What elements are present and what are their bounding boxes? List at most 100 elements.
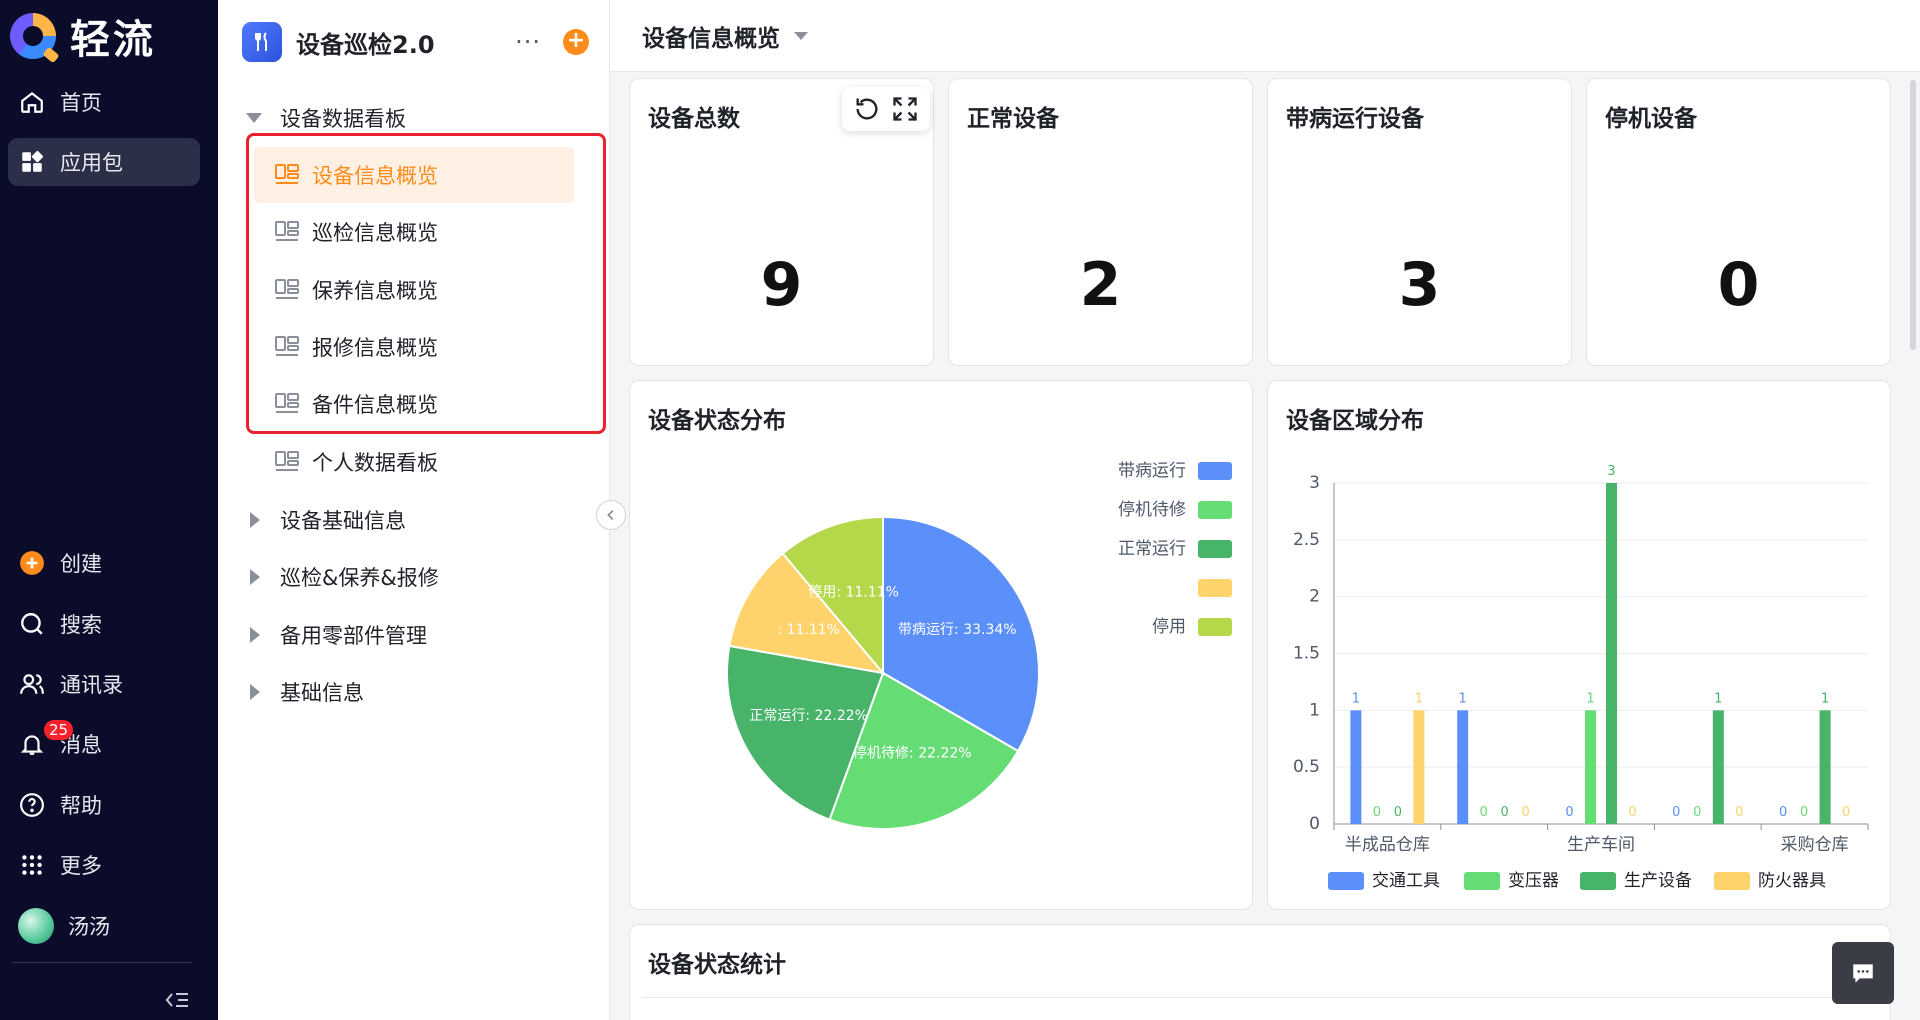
chevron-down-icon[interactable] <box>794 31 808 40</box>
bar-value-label: 0 <box>1842 805 1850 820</box>
user-name: 汤汤 <box>68 915 110 939</box>
fullscreen-icon[interactable] <box>891 95 919 123</box>
tree-leaf-maintenance-overview[interactable]: 保养信息概览 <box>254 262 574 318</box>
logo-mark-icon <box>10 13 60 64</box>
bar-value-label: 0 <box>1800 805 1808 820</box>
expanded-caret-icon <box>246 113 262 123</box>
stat-label: 正常设备 <box>967 106 1059 132</box>
card-toolbar <box>842 87 930 131</box>
legend-label: 变压器 <box>1508 871 1559 891</box>
tree-group-label: 设备基础信息 <box>280 509 406 533</box>
pie-slice-label: 停用: 11.11% <box>808 583 899 600</box>
page-title[interactable]: 设备信息概览 <box>642 19 780 53</box>
tree-group-label: 巡检&保养&报修 <box>280 566 439 590</box>
legend-label: 带病运行 <box>1118 461 1186 481</box>
unread-badge: 25 <box>44 720 74 740</box>
nav-item-label: 创建 <box>60 552 102 576</box>
tree-leaf-label: 备件信息概览 <box>312 393 438 417</box>
nav-item-profile[interactable]: 汤汤 <box>8 902 200 950</box>
nav-item-create[interactable]: 创建 <box>8 539 200 587</box>
tree-group-label: 备用零部件管理 <box>280 624 427 648</box>
stat-value: 0 <box>1717 250 1760 320</box>
tree-group-label: 基础信息 <box>280 681 364 705</box>
bar <box>1819 710 1831 824</box>
dashboard-icon <box>275 164 299 184</box>
pie-slice-label: : 11.11% <box>777 622 840 638</box>
tree-group-inspection[interactable]: 巡检&保养&报修 <box>246 555 439 599</box>
tree-group-basic-info[interactable]: 基础信息 <box>246 670 364 714</box>
bar <box>1712 710 1724 824</box>
legend-label: 正常运行 <box>1118 539 1186 559</box>
y-tick-label: 1.5 <box>1293 644 1320 664</box>
bell-icon <box>18 730 46 758</box>
bar-value-label: 0 <box>1565 805 1573 820</box>
nav-item-home[interactable]: 首页 <box>8 78 200 126</box>
bar-value-label: 1 <box>1459 691 1467 706</box>
nav-item-more[interactable]: 更多 <box>8 841 200 889</box>
legend-swatch <box>1464 872 1500 890</box>
tree-group-device-basics[interactable]: 设备基础信息 <box>246 498 406 542</box>
bar-value-label: 0 <box>1693 805 1701 820</box>
y-tick-label: 0 <box>1309 814 1320 834</box>
avatar <box>18 908 54 944</box>
page-scrollbar[interactable] <box>1910 80 1916 350</box>
tree-leaf-repair-overview[interactable]: 报修信息概览 <box>254 319 574 375</box>
legend-label: 防火器具 <box>1758 871 1826 891</box>
stat-value: 2 <box>1079 250 1122 320</box>
tree-group-label: 设备数据看板 <box>280 107 406 131</box>
x-category-label: 采购仓库 <box>1781 835 1849 855</box>
contacts-icon <box>18 670 46 698</box>
chat-button[interactable] <box>1832 942 1894 1004</box>
tree-leaf-personal-dashboard[interactable]: 个人数据看板 <box>254 434 574 490</box>
tree-leaf-label: 设备信息概览 <box>312 164 438 188</box>
stat-value: 3 <box>1398 250 1441 320</box>
bar <box>1606 483 1617 824</box>
nav-item-messages[interactable]: 25 消息 <box>8 720 200 768</box>
collapsed-caret-icon <box>250 512 260 528</box>
x-category-label: 生产车间 <box>1567 835 1635 855</box>
app-logo[interactable]: 轻流 <box>10 8 156 64</box>
bar-value-label: 1 <box>1714 691 1722 706</box>
tree-leaf-inspection-overview[interactable]: 巡检信息概览 <box>254 204 574 260</box>
app-tools-icon <box>242 22 282 62</box>
nav-item-label: 帮助 <box>60 794 102 818</box>
legend-label: 停机待修 <box>1118 500 1186 520</box>
bar-value-label: 0 <box>1628 805 1636 820</box>
tree-leaf-label: 巡检信息概览 <box>312 221 438 245</box>
legend-swatch <box>1714 872 1750 890</box>
logo-text: 轻流 <box>70 17 156 63</box>
tree-group-spare-parts[interactable]: 备用零部件管理 <box>246 613 427 657</box>
stat-label: 设备总数 <box>648 106 740 132</box>
app-header: 设备巡检2.0 ··· + <box>242 20 589 64</box>
main-content: 设备信息概览 设备总数 9 正常设备 2 带病运行设备 3 停机设备 0 设备状… <box>610 0 1920 1020</box>
legend-label: 停用 <box>1152 617 1186 637</box>
dashboard-icon <box>275 393 299 413</box>
status-statistics-card: 设备状态统计 <box>629 924 1891 1020</box>
tree-leaf-spare-parts-overview[interactable]: 备件信息概览 <box>254 376 574 432</box>
tree-leaf-device-overview[interactable]: 设备信息概览 <box>254 147 574 203</box>
y-tick-label: 2 <box>1309 587 1320 607</box>
collapse-nav-icon[interactable] <box>164 988 190 1012</box>
nav-item-label: 应用包 <box>60 151 123 175</box>
bar <box>1350 710 1362 824</box>
collapsed-caret-icon <box>250 569 260 585</box>
collapsed-caret-icon <box>250 684 260 700</box>
y-tick-label: 0.5 <box>1293 757 1320 777</box>
nav-item-search[interactable]: 搜索 <box>8 600 200 648</box>
refresh-icon[interactable] <box>853 95 881 123</box>
nav-item-label: 更多 <box>60 854 102 878</box>
pie-slice-label: 停机待修: 22.22% <box>853 745 972 762</box>
stat-label: 停机设备 <box>1605 106 1697 132</box>
nav-item-help[interactable]: 帮助 <box>8 781 200 829</box>
pie-slice-label: 带病运行: 33.34% <box>898 622 1017 638</box>
add-button[interactable]: + <box>563 29 589 55</box>
region-distribution-card: 设备区域分布 0 0.5 1 1.5 2 2.5 3 1 0 0 1 1 0 0 0 0 1 3 0 0 0 1 0 0 0 1 0… <box>1267 380 1891 910</box>
plus-icon <box>18 549 46 577</box>
tree-group-dashboards[interactable]: 设备数据看板 <box>246 96 406 140</box>
more-options-icon[interactable]: ··· <box>515 28 541 56</box>
nav-item-apps[interactable]: 应用包 <box>8 138 200 186</box>
stat-card-faulty: 带病运行设备 3 <box>1267 78 1572 366</box>
nav-item-contacts[interactable]: 通讯录 <box>8 660 200 708</box>
stat-card-total: 设备总数 9 <box>629 78 934 366</box>
bar-value-label: 1 <box>1586 691 1594 706</box>
